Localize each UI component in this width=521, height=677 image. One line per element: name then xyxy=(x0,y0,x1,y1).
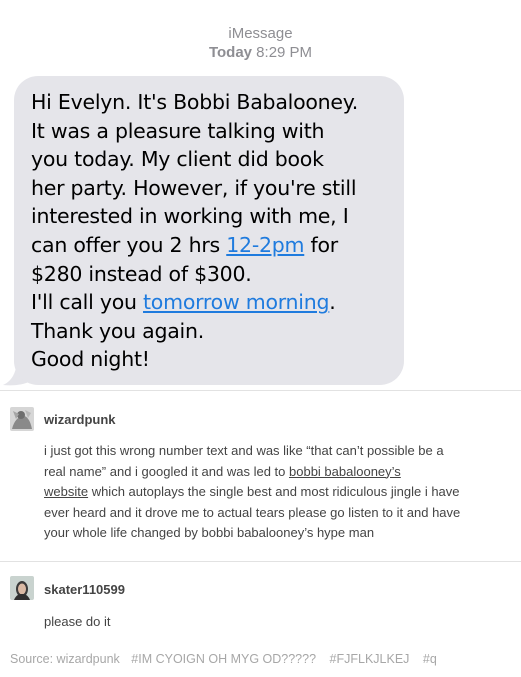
imessage-header: iMessage Today 8:29 PM xyxy=(0,24,521,62)
avatar[interactable] xyxy=(10,407,34,431)
message-line: Hi Evelyn. It's Bobbi Babalooney. xyxy=(31,90,358,114)
service-label: iMessage xyxy=(228,25,293,42)
username[interactable]: skater110599 xyxy=(44,582,125,597)
post-line: ever heard and it drove me to actual tea… xyxy=(44,504,461,520)
post-text: real name” and i googled it and was led … xyxy=(44,463,289,479)
divider xyxy=(0,390,521,391)
message-line: Thank you again. xyxy=(31,318,204,343)
message-text: I'll call you xyxy=(31,290,144,315)
message-text: can offer you 2 hrs xyxy=(31,232,227,257)
message-text: . xyxy=(329,290,336,315)
avatar-image xyxy=(10,576,34,600)
post-body: please do it xyxy=(44,612,509,633)
tag-link[interactable]: #q xyxy=(423,652,437,666)
post-line: i just got this wrong number text and wa… xyxy=(44,443,444,458)
timestamp-day: Today xyxy=(208,44,253,61)
message-line: can offer you 2 hrs 12-2pm for xyxy=(31,231,392,260)
message-line: $280 instead of $300. xyxy=(31,261,252,286)
message-line: her party. However, if you're still xyxy=(31,175,357,200)
avatar-image xyxy=(10,407,34,431)
post-line: website which autoplays the single best … xyxy=(44,482,509,503)
source-link[interactable]: Source: wizardpunk xyxy=(10,652,120,666)
date-link[interactable]: tomorrow morning xyxy=(143,290,330,314)
avatar[interactable] xyxy=(10,576,34,600)
message-line: Good night! xyxy=(31,347,150,372)
message-line: It was a pleasure talking with xyxy=(31,118,325,143)
post-line: your whole life changed by bobbi babaloo… xyxy=(44,525,375,540)
message-text: for xyxy=(304,232,339,257)
website-link[interactable]: bobbi babalooney’s xyxy=(289,464,401,479)
message-bubble: Hi Evelyn. It's Bobbi Babalooney. It was… xyxy=(14,76,404,385)
post-footer: Source: wizardpunk #IM CYOIGN OH MYG OD?… xyxy=(10,652,447,666)
timestamp: Today 8:29 PM xyxy=(209,44,312,61)
message-line: you today. My client did book xyxy=(31,147,324,172)
post-line: please do it xyxy=(44,614,111,629)
message-line: I'll call you tomorrow morning. xyxy=(31,288,392,317)
post-body: i just got this wrong number text and wa… xyxy=(44,441,509,544)
message-line: interested in working with me, I xyxy=(31,204,349,229)
divider xyxy=(0,561,521,562)
post-line: real name” and i googled it and was led … xyxy=(44,462,509,483)
post-text: which autoplays the single best and most… xyxy=(88,484,460,499)
username[interactable]: wizardpunk xyxy=(44,412,116,427)
tag-link[interactable]: #IM CYOIGN OH MYG OD????? xyxy=(131,652,316,666)
tag-link[interactable]: #FJFLKJLKEJ xyxy=(330,652,410,666)
website-link[interactable]: website xyxy=(44,484,88,499)
time-link[interactable]: 12-2pm xyxy=(226,233,304,257)
timestamp-time: 8:29 PM xyxy=(252,44,313,61)
